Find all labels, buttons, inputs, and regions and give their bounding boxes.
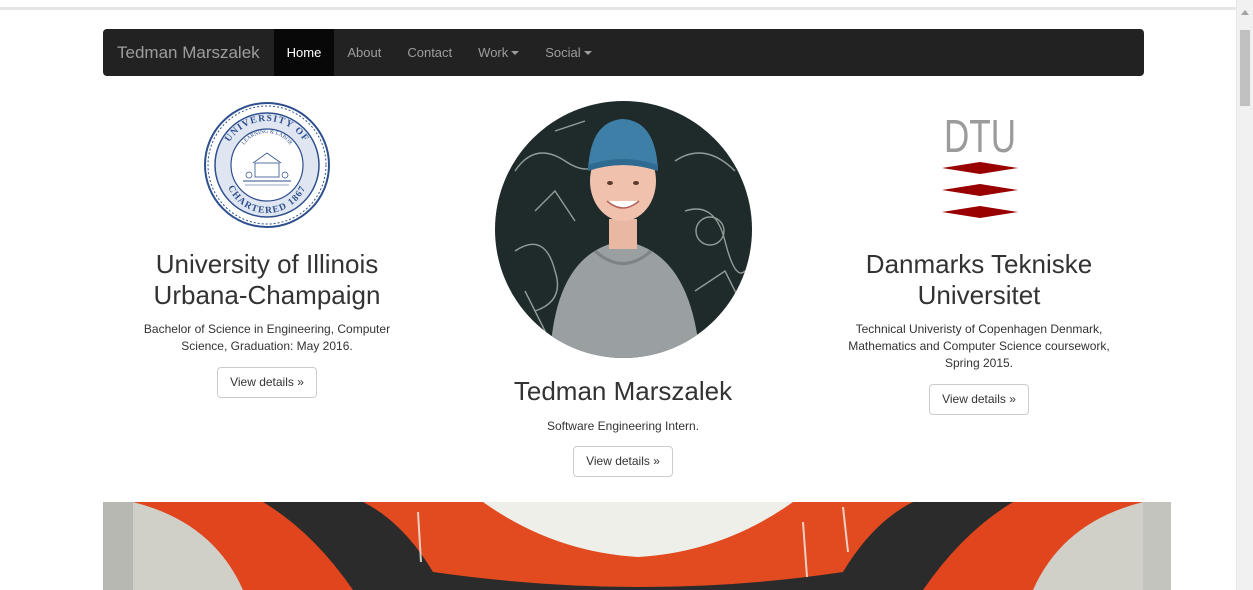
dtu-desc-line2: Mathematics and Computer Science coursew… [848,339,1110,353]
dtu-logo: DTU [940,108,1020,226]
column-uiuc: University of Illinois Urbana-Champaign … [103,249,431,398]
nav-item-work[interactable]: Work [465,29,532,76]
uiuc-title: University of Illinois Urbana-Champaign [103,249,431,311]
nav-item-home[interactable]: Home [273,29,335,76]
nav-item-social[interactable]: Social [532,29,604,76]
profile-photo [495,101,752,358]
dtu-title-line1: Danmarks Tekniske [865,249,1093,279]
column-profile: Tedman Marszalek Software Engineering In… [459,376,787,477]
dtu-description: Technical Univeristy of Copenhagen Denma… [815,321,1143,372]
caret-down-icon [511,50,520,55]
nav-item-contact[interactable]: Contact [394,29,465,76]
uiuc-seal-logo: UNIVERSITY OF CHARTERED 1867 LEARNING & … [203,101,331,229]
page-scrollbar[interactable] [1236,0,1253,590]
uiuc-view-details-button[interactable]: View details » [217,367,317,398]
nav-item-work-label: Work [478,45,509,60]
uiuc-title-line2: Urbana-Champaign [153,280,381,310]
nav-item-social-label: Social [545,45,581,60]
column-dtu: Danmarks Tekniske Universitet Technical … [815,249,1143,415]
nav-item-about[interactable]: About [334,29,394,76]
dtu-title: Danmarks Tekniske Universitet [815,249,1143,311]
dtu-logo-text: DTU [944,110,1016,162]
navbar-brand[interactable]: Tedman Marszalek [103,29,274,76]
profile-role: Software Engineering Intern. [546,419,700,433]
uiuc-description: Bachelor of Science in Engineering, Comp… [103,321,431,355]
caret-down-icon [583,50,592,55]
featured-banner-image [103,502,1171,590]
dtu-title-line2: Universitet [917,280,1041,310]
scroll-up-arrow-icon[interactable] [1241,10,1249,15]
dtu-view-details-button[interactable]: View details » [929,384,1029,415]
profile-view-details-button[interactable]: View details » [573,446,673,477]
uiuc-desc-line1: Bachelor of Science in Engineering, Comp… [143,322,391,336]
profile-name: Tedman Marszalek [513,376,733,406]
scroll-thumb[interactable] [1240,30,1250,106]
dtu-desc-line1: Technical Univeristy of Copenhagen Denma… [855,322,1103,336]
uiuc-desc-line2: Science, Graduation: May 2016. [181,339,353,353]
dtu-desc-line3: Spring 2015. [944,356,1014,370]
top-border [0,7,1240,10]
navbar: Tedman Marszalek Home About Contact Work… [103,29,1144,76]
uiuc-title-line1: University of Illinois [155,249,379,279]
